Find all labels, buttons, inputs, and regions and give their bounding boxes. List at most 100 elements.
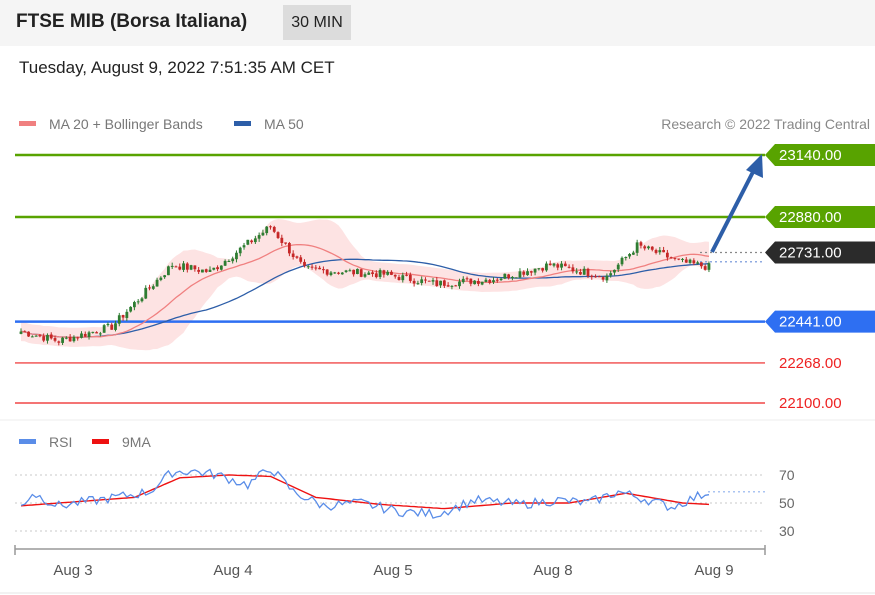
candle-body <box>420 279 424 284</box>
candle-body <box>677 258 681 260</box>
candle-body <box>476 281 480 284</box>
candle-body <box>529 271 533 273</box>
candle-body <box>537 268 541 270</box>
level-tag-label: 23140.00 <box>779 147 842 164</box>
candle-body <box>34 335 38 337</box>
candle-body <box>235 252 238 260</box>
candle-body <box>669 257 673 259</box>
candle-body <box>72 336 76 342</box>
candle-body <box>371 272 374 275</box>
legend-swatch <box>19 121 36 126</box>
candle-body <box>356 268 359 275</box>
candle-body <box>650 246 654 250</box>
candle-body <box>684 259 688 263</box>
candle-body <box>458 281 461 287</box>
candle-body <box>616 264 620 270</box>
candle-body <box>219 265 223 270</box>
candle-body <box>91 331 95 333</box>
candle-body <box>586 268 590 277</box>
candle-body <box>431 280 435 282</box>
candle-body <box>148 287 151 289</box>
rsi-9ma-line <box>20 474 710 510</box>
candle-body <box>80 333 83 338</box>
candle-body <box>620 257 624 265</box>
candle-body <box>38 335 42 337</box>
level-tag: 22441.00 <box>765 310 875 333</box>
candle-body <box>68 336 72 342</box>
candle-body <box>272 226 276 232</box>
candle-body <box>545 263 548 271</box>
candle-body <box>696 262 700 264</box>
candle-body <box>673 257 677 259</box>
candle-body <box>563 263 567 267</box>
candle-body <box>167 266 170 276</box>
candle-body <box>442 280 446 286</box>
candle-body <box>303 261 306 266</box>
candle-body <box>49 334 53 339</box>
candle-body <box>23 331 27 333</box>
candle-body <box>204 269 208 272</box>
candle-body <box>416 283 420 285</box>
candle-body <box>310 266 314 268</box>
candle-body <box>665 252 669 258</box>
candle-body <box>439 280 442 286</box>
legend-label: MA 50 <box>264 116 304 132</box>
candle-body <box>53 338 57 341</box>
candle-body <box>707 263 711 270</box>
candle-body <box>469 278 473 284</box>
candle-body <box>427 280 431 282</box>
candle-body <box>556 264 560 268</box>
level-tag-label: 22441.00 <box>779 314 842 331</box>
candle-body <box>98 333 102 335</box>
candle-body <box>102 325 106 333</box>
candle-body <box>499 278 503 281</box>
candle-body <box>30 336 34 338</box>
level-label: 22100.00 <box>779 395 842 412</box>
candle-body <box>582 268 586 275</box>
candle-body <box>560 263 563 268</box>
candle-body <box>594 276 597 278</box>
candle-body <box>522 271 526 275</box>
candle-body <box>597 276 601 278</box>
candle-body <box>337 272 340 274</box>
candle-body <box>155 279 159 287</box>
candle-body <box>575 271 579 273</box>
x-tick-label: Aug 3 <box>53 562 92 579</box>
candle-body <box>401 275 405 281</box>
candle-body <box>567 266 571 268</box>
candle-body <box>318 267 322 270</box>
forecast-arrow-head <box>746 154 763 178</box>
candle-body <box>280 237 284 243</box>
x-tick-label: Aug 4 <box>213 562 252 579</box>
legend-swatch <box>92 439 109 444</box>
candle-body <box>110 324 114 330</box>
candle-body <box>265 226 269 234</box>
candle-body <box>340 272 344 275</box>
forecast-arrow-shaft <box>710 167 757 253</box>
rsi-tick-label: 30 <box>779 523 795 539</box>
candle-body <box>287 243 291 254</box>
candle-body <box>461 278 465 283</box>
candle-body <box>526 271 529 276</box>
level-tag-label: 22880.00 <box>779 209 842 226</box>
candle-body <box>42 336 46 341</box>
candle-body <box>140 298 144 302</box>
candle-body <box>64 337 68 339</box>
level-tag: 22880.00 <box>765 206 875 228</box>
candle-body <box>367 272 371 275</box>
candle-body <box>628 254 631 257</box>
candle-body <box>590 275 594 277</box>
x-tick-label: Aug 9 <box>694 562 733 579</box>
candle-body <box>552 263 556 266</box>
candle-body <box>681 258 684 260</box>
candle-body <box>484 279 488 282</box>
candle-body <box>212 267 216 270</box>
candle-body <box>117 315 121 324</box>
candle-body <box>635 242 639 253</box>
candle-body <box>352 269 356 275</box>
candle-body <box>688 259 692 263</box>
level-tag: 23140.00 <box>765 144 875 166</box>
candle-body <box>76 337 80 339</box>
candle-body <box>533 268 537 273</box>
candle-body <box>405 274 408 276</box>
